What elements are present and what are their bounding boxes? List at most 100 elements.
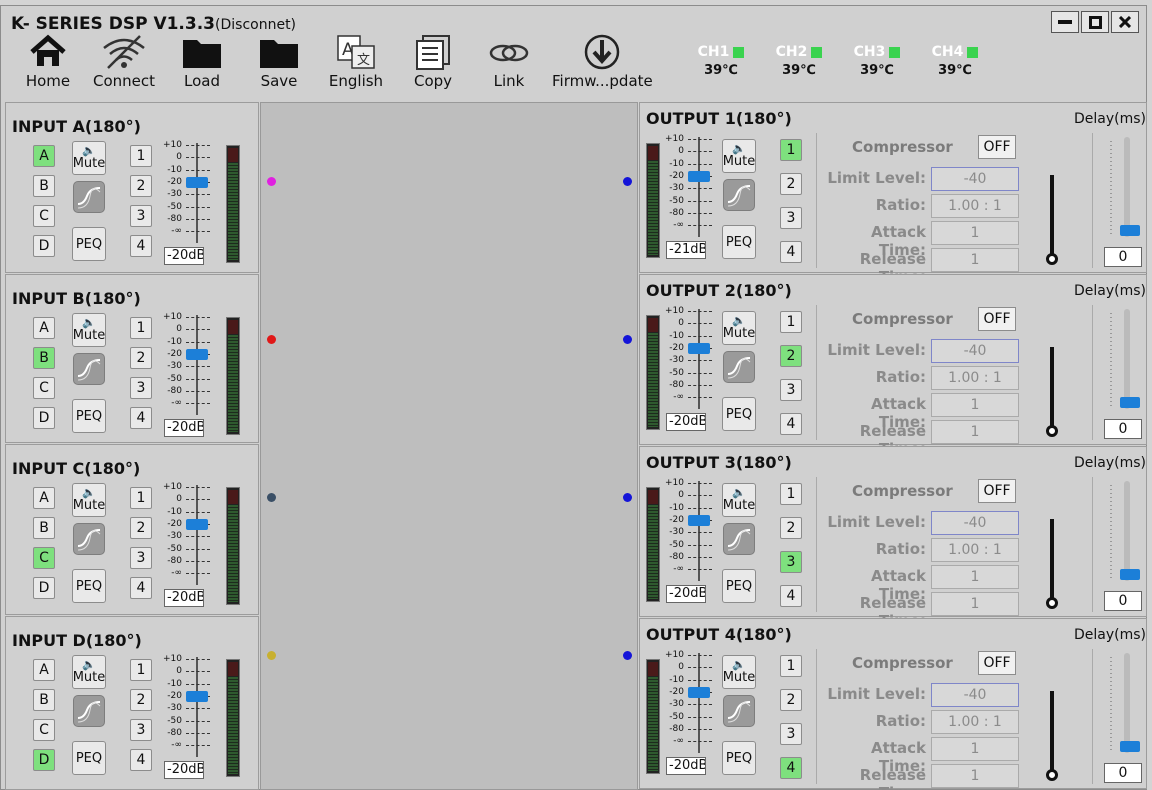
delay-knob[interactable]: [1120, 569, 1140, 580]
output-channel-button-4[interactable]: 4: [780, 757, 802, 779]
output-channel-button-1[interactable]: 1: [780, 483, 802, 505]
input-mute-button[interactable]: 🔈 Mute: [72, 483, 106, 517]
source-button-d[interactable]: D: [33, 749, 55, 771]
output-channel-button-3[interactable]: 3: [780, 379, 802, 401]
delay-slider[interactable]: [1124, 137, 1130, 237]
fader-knob[interactable]: [186, 176, 208, 188]
delay-slider[interactable]: [1124, 309, 1130, 409]
output-channel-button-1[interactable]: 1: [780, 311, 802, 333]
output-peq-button[interactable]: PEQ: [722, 741, 756, 775]
output-channel-button-2[interactable]: 2: [780, 517, 802, 539]
compressor-toggle[interactable]: OFF: [978, 307, 1016, 331]
toolbar-copy-button[interactable]: Copy: [406, 34, 460, 96]
compressor-field-value[interactable]: 1: [931, 393, 1019, 417]
level-fader[interactable]: +10 0 -10 -20 -30 -50 -80 -∞: [163, 655, 210, 757]
compressor-toggle[interactable]: OFF: [978, 651, 1016, 675]
input-peq-button[interactable]: PEQ: [72, 741, 106, 775]
fader-knob[interactable]: [186, 348, 208, 360]
output-channel-button-3[interactable]: 3: [780, 551, 802, 573]
compressor-toggle[interactable]: OFF: [978, 479, 1016, 503]
threshold-knob[interactable]: [1046, 425, 1058, 437]
fader-knob[interactable]: [688, 342, 710, 354]
input-curve-icon[interactable]: [73, 181, 105, 213]
source-button-c[interactable]: C: [33, 547, 55, 569]
level-fader[interactable]: +10 0 -10 -20 -30 -50 -80 -∞: [163, 141, 210, 243]
output-channel-button-2[interactable]: 2: [780, 173, 802, 195]
compressor-field-value[interactable]: 1.00 : 1: [931, 710, 1019, 734]
toolbar-firmw-pdate-button[interactable]: Firmw...pdate: [552, 34, 653, 96]
channel-button-4[interactable]: 4: [130, 749, 152, 771]
threshold-knob[interactable]: [1046, 769, 1058, 781]
compressor-field-value[interactable]: 1: [931, 565, 1019, 589]
output-channel-button-2[interactable]: 2: [780, 345, 802, 367]
channel-button-2[interactable]: 2: [130, 347, 152, 369]
threshold-slider[interactable]: [1050, 347, 1054, 431]
output-route-dot[interactable]: [623, 177, 632, 186]
channel-button-2[interactable]: 2: [130, 175, 152, 197]
threshold-knob[interactable]: [1046, 597, 1058, 609]
toolbar-english-button[interactable]: A 文 English: [327, 34, 385, 96]
compressor-field-value[interactable]: 1: [931, 592, 1019, 616]
output-curve-icon[interactable]: [723, 179, 755, 211]
output-mute-button[interactable]: 🔈 Mute: [722, 655, 756, 689]
fader-knob[interactable]: [186, 518, 208, 530]
threshold-knob[interactable]: [1046, 253, 1058, 265]
compressor-field-value[interactable]: 1: [931, 764, 1019, 788]
compressor-field-value[interactable]: 1: [931, 737, 1019, 761]
channel-button-1[interactable]: 1: [130, 145, 152, 167]
channel-button-2[interactable]: 2: [130, 689, 152, 711]
channel-button-3[interactable]: 3: [130, 547, 152, 569]
output-channel-button-3[interactable]: 3: [780, 207, 802, 229]
delay-value[interactable]: 0: [1104, 247, 1142, 267]
channel-button-2[interactable]: 2: [130, 517, 152, 539]
compressor-field-value[interactable]: 1: [931, 248, 1019, 272]
fader-knob[interactable]: [688, 686, 710, 698]
input-route-dot[interactable]: [267, 493, 276, 502]
threshold-slider[interactable]: [1050, 175, 1054, 259]
compressor-field-value[interactable]: -40: [931, 339, 1019, 363]
delay-slider[interactable]: [1124, 481, 1130, 581]
output-route-dot[interactable]: [623, 493, 632, 502]
fader-knob[interactable]: [186, 690, 208, 702]
gain-db-field[interactable]: -20dB: [164, 589, 204, 607]
gain-db-field[interactable]: -20dB: [164, 247, 204, 265]
output-mute-button[interactable]: 🔈 Mute: [722, 483, 756, 517]
output-peq-button[interactable]: PEQ: [722, 225, 756, 259]
fader-knob[interactable]: [688, 514, 710, 526]
gain-db-field[interactable]: -20dB: [666, 757, 706, 775]
channel-button-1[interactable]: 1: [130, 487, 152, 509]
input-route-dot[interactable]: [267, 651, 276, 660]
gain-db-field[interactable]: -20dB: [164, 761, 204, 779]
output-route-dot[interactable]: [623, 335, 632, 344]
source-button-c[interactable]: C: [33, 377, 55, 399]
channel-button-3[interactable]: 3: [130, 377, 152, 399]
channel-button-1[interactable]: 1: [130, 317, 152, 339]
source-button-a[interactable]: A: [33, 317, 55, 339]
channel-button-3[interactable]: 3: [130, 205, 152, 227]
source-button-d[interactable]: D: [33, 577, 55, 599]
output-curve-icon[interactable]: [723, 523, 755, 555]
compressor-field-value[interactable]: 1.00 : 1: [931, 538, 1019, 562]
input-curve-icon[interactable]: [73, 523, 105, 555]
compressor-field-value[interactable]: 1: [931, 420, 1019, 444]
input-mute-button[interactable]: 🔈 Mute: [72, 655, 106, 689]
channel-button-4[interactable]: 4: [130, 577, 152, 599]
gain-db-field[interactable]: -20dB: [666, 413, 706, 431]
source-button-d[interactable]: D: [33, 407, 55, 429]
input-mute-button[interactable]: 🔈 Mute: [72, 141, 106, 175]
channel-button-4[interactable]: 4: [130, 235, 152, 257]
compressor-toggle[interactable]: OFF: [978, 135, 1016, 159]
gain-db-field[interactable]: -20dB: [164, 419, 204, 437]
source-button-b[interactable]: B: [33, 347, 55, 369]
delay-slider[interactable]: [1124, 653, 1130, 753]
output-mute-button[interactable]: 🔈 Mute: [722, 139, 756, 173]
output-channel-button-3[interactable]: 3: [780, 723, 802, 745]
input-curve-icon[interactable]: [73, 353, 105, 385]
toolbar-connect-button[interactable]: Connect: [91, 34, 157, 96]
toolbar-link-button[interactable]: Link: [481, 34, 537, 96]
channel-button-3[interactable]: 3: [130, 719, 152, 741]
compressor-field-value[interactable]: -40: [931, 167, 1019, 191]
channel-button-4[interactable]: 4: [130, 407, 152, 429]
maximize-button[interactable]: [1081, 11, 1109, 33]
source-button-a[interactable]: A: [33, 145, 55, 167]
